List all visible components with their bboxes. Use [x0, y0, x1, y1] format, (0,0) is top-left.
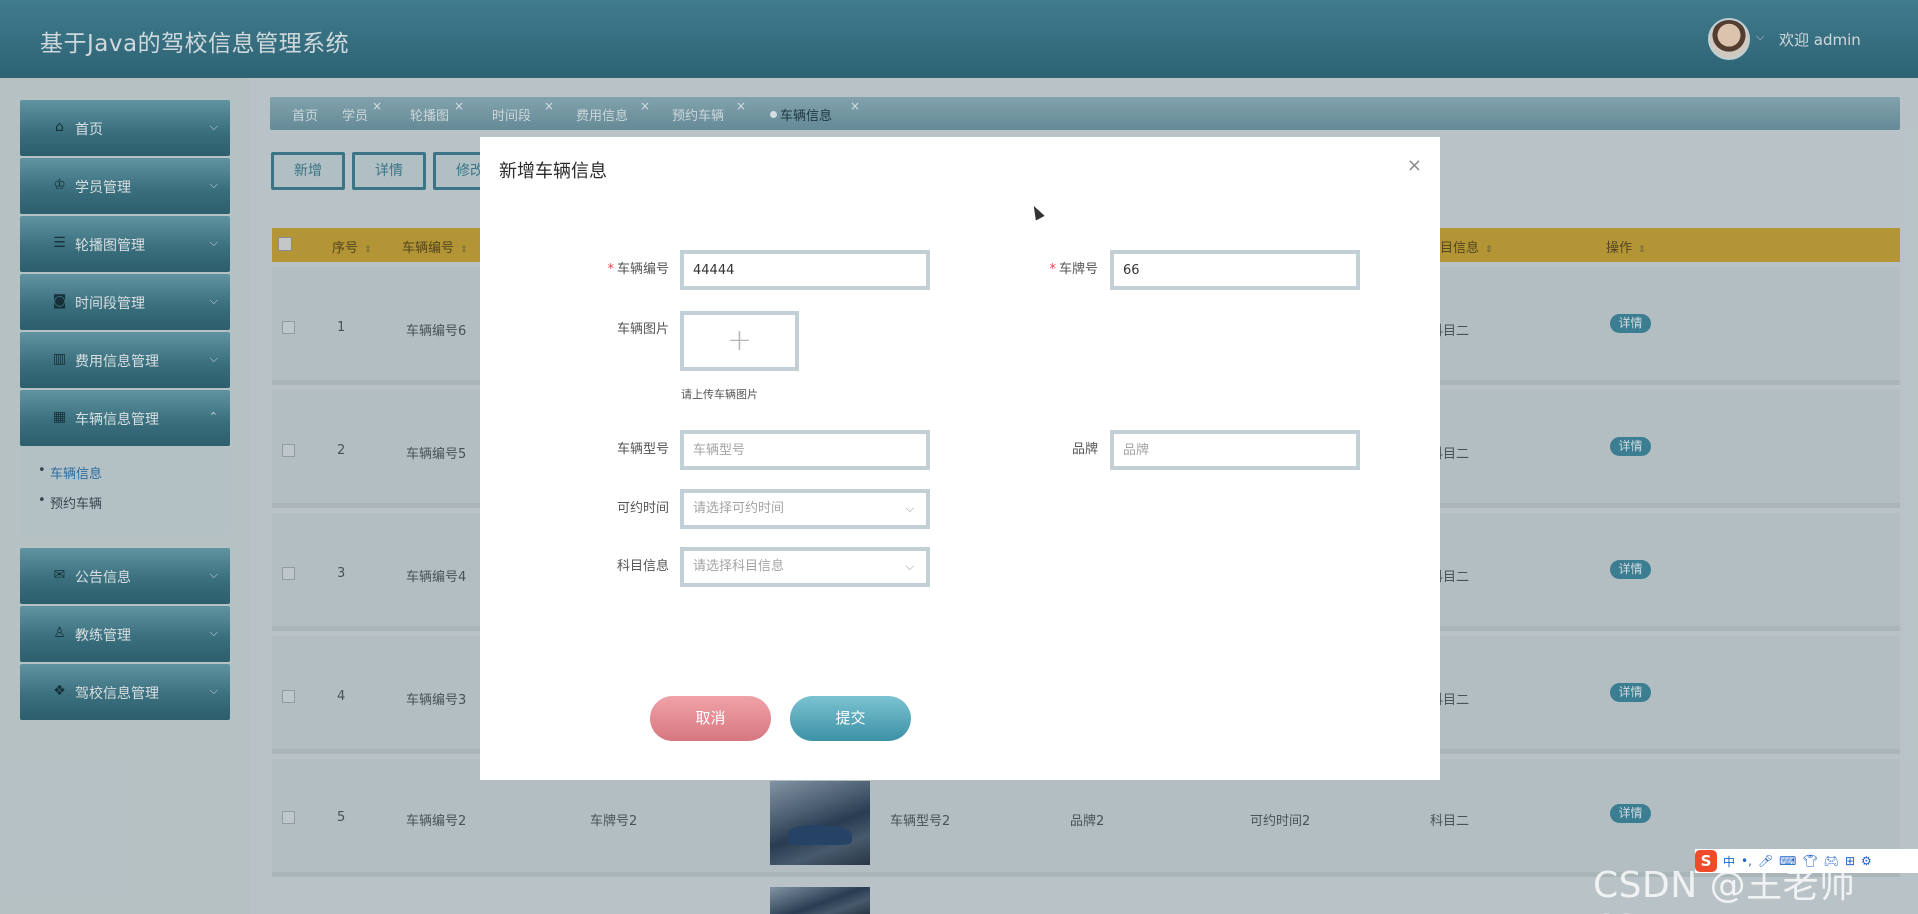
- plate-label: * 车牌号: [1049, 262, 1098, 277]
- model-input[interactable]: [680, 430, 930, 470]
- brand-input[interactable]: [1110, 430, 1360, 470]
- cancel-button[interactable]: 取消: [650, 696, 771, 741]
- chevron-down-icon: ⌵: [905, 502, 914, 515]
- subject-select[interactable]: 请选择科目信息 ⌵: [680, 547, 930, 587]
- dialog-title: 新增车辆信息: [499, 161, 607, 182]
- vehicle-code-label: * 车辆编号: [607, 262, 669, 277]
- select-placeholder: 请选择科目信息: [693, 559, 785, 574]
- vehicle-image-label: 车辆图片: [616, 322, 669, 337]
- chevron-down-icon: ⌵: [905, 560, 914, 573]
- available-time-label: 可约时间: [616, 501, 669, 516]
- add-vehicle-dialog: 新增车辆信息 × *车辆编号 *车牌号 车辆图片 + 请上传车辆图片 车辆型号 …: [480, 137, 1440, 780]
- model-label: 车辆型号: [616, 442, 669, 457]
- plate-input[interactable]: [1110, 250, 1360, 290]
- brand-label: 品牌: [1071, 442, 1098, 457]
- upload-hint: 请上传车辆图片: [681, 388, 758, 401]
- required-marker: *: [607, 262, 614, 277]
- submit-button[interactable]: 提交: [790, 696, 911, 741]
- available-time-select[interactable]: 请选择可约时间 ⌵: [680, 489, 930, 529]
- image-upload-box[interactable]: +: [680, 311, 799, 371]
- subject-label: 科目信息: [616, 559, 669, 574]
- csdn-watermark: CSDN @王老师621: [1593, 865, 1856, 914]
- close-icon[interactable]: ×: [1407, 155, 1422, 176]
- select-placeholder: 请选择可约时间: [693, 501, 785, 516]
- vehicle-code-input[interactable]: [680, 250, 930, 290]
- plus-icon: +: [726, 323, 753, 358]
- required-marker: *: [1049, 262, 1056, 277]
